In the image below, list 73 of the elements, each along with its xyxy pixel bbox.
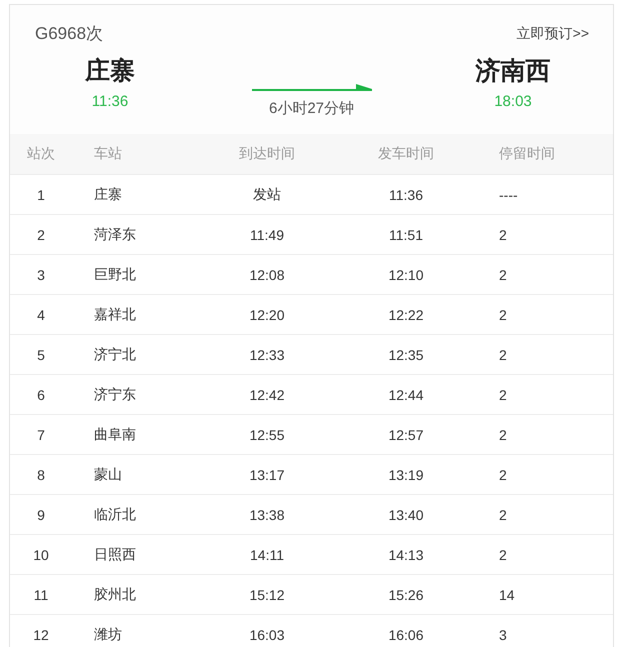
table-cell-text: 5 — [36, 346, 46, 362]
table-cell-text: 16:03 — [248, 626, 286, 642]
table-cell-text: 6 — [36, 386, 46, 402]
column-header: 发车时间 — [377, 145, 435, 163]
table-cell-text: 2 — [498, 546, 508, 562]
table-cell-text: 2 — [498, 346, 508, 362]
table-cell-text: 巨野北 — [93, 266, 137, 284]
table-cell-text: 庄寨 — [93, 186, 123, 204]
table-cell-text: 济宁北 — [93, 346, 137, 364]
table-cell-text: 胶州北 — [93, 586, 137, 604]
table-cell-text: 3 — [498, 626, 508, 642]
book-now-link[interactable]: 立即预订>> — [516, 24, 589, 42]
table-cell-text: 12 — [32, 626, 50, 642]
table-cell-text: 发站 — [252, 186, 282, 204]
station-time: 11:36 — [92, 93, 128, 110]
table-cell-text: 2 — [498, 426, 508, 442]
table-cell-text: 2 — [498, 226, 508, 242]
table-cell-text: 10 — [32, 546, 50, 562]
table-cell-text: 11 — [32, 586, 50, 602]
table-cell-text: 1 — [36, 186, 46, 202]
table-cell-text: 潍坊 — [93, 626, 123, 644]
table-cell-text: 8 — [36, 466, 46, 482]
table-cell-text: 菏泽东 — [93, 226, 137, 244]
column-header: 到达时间 — [238, 145, 296, 163]
table-cell-text: 2 — [498, 466, 508, 482]
table-cell-text: 12:55 — [248, 426, 286, 442]
table-cell-text: 日照西 — [93, 546, 137, 564]
table-cell-text: 14:13 — [387, 546, 425, 562]
arrow-icon — [252, 83, 372, 91]
table-cell-text: 11:49 — [249, 226, 285, 242]
column-header: 停留时间 — [498, 145, 556, 163]
table-cell-text: 2 — [498, 266, 508, 282]
table-cell-text: 2 — [498, 506, 508, 522]
travel-duration: 6小时27分钟 — [268, 99, 354, 118]
table-cell-text: 13:38 — [248, 506, 286, 522]
table-cell-text: 曲阜南 — [93, 426, 137, 444]
table-cell-text: 15:12 — [248, 586, 286, 602]
table-cell-text: 12:57 — [387, 426, 425, 442]
table-cell-text: 12:44 — [387, 386, 425, 402]
table-cell-text: 4 — [36, 306, 46, 322]
table-cell-text: 嘉祥北 — [93, 306, 137, 324]
table-cell-text: 12:42 — [248, 386, 286, 402]
table-cell-text: 2 — [498, 386, 508, 402]
table-cell-text: 12:20 — [248, 306, 286, 322]
station-time: 18:03 — [494, 93, 532, 110]
station-name: 济南西 — [476, 56, 550, 87]
table-cell-text: 7 — [36, 426, 46, 442]
table-cell-text: 13:17 — [248, 466, 286, 482]
column-header: 车站 — [93, 145, 123, 163]
table-cell-text: ---- — [498, 186, 519, 202]
table-cell-text: 15:26 — [387, 586, 425, 602]
table-cell-text: 14:11 — [249, 546, 285, 562]
table-cell-text: 11:36 — [388, 186, 424, 202]
table-cell-text: 3 — [36, 266, 46, 282]
train-number: G6968次 — [35, 23, 104, 45]
table-cell-text: 12:08 — [248, 266, 286, 282]
table-cell-text: 12:10 — [387, 266, 425, 282]
table-cell-text: 14 — [498, 586, 516, 602]
table-cell-text: 11:51 — [388, 226, 424, 242]
column-header: 站次 — [26, 145, 56, 163]
table-cell-text: 13:19 — [387, 466, 425, 482]
table-cell-text: 2 — [36, 226, 46, 242]
table-cell-text: 12:22 — [387, 306, 425, 322]
table-cell-text: 13:40 — [387, 506, 425, 522]
table-cell-text: 蒙山 — [93, 466, 123, 484]
table-cell-text: 临沂北 — [93, 506, 137, 524]
table-cell-text: 济宁东 — [93, 386, 137, 404]
table-cell-text: 12:33 — [248, 346, 286, 362]
table-cell-text: 16:06 — [387, 626, 425, 642]
table-cell-text: 2 — [498, 306, 508, 322]
table-cell-text: 12:35 — [387, 346, 425, 362]
station-name: 庄寨 — [85, 56, 135, 87]
table-cell-text: 9 — [36, 506, 46, 522]
